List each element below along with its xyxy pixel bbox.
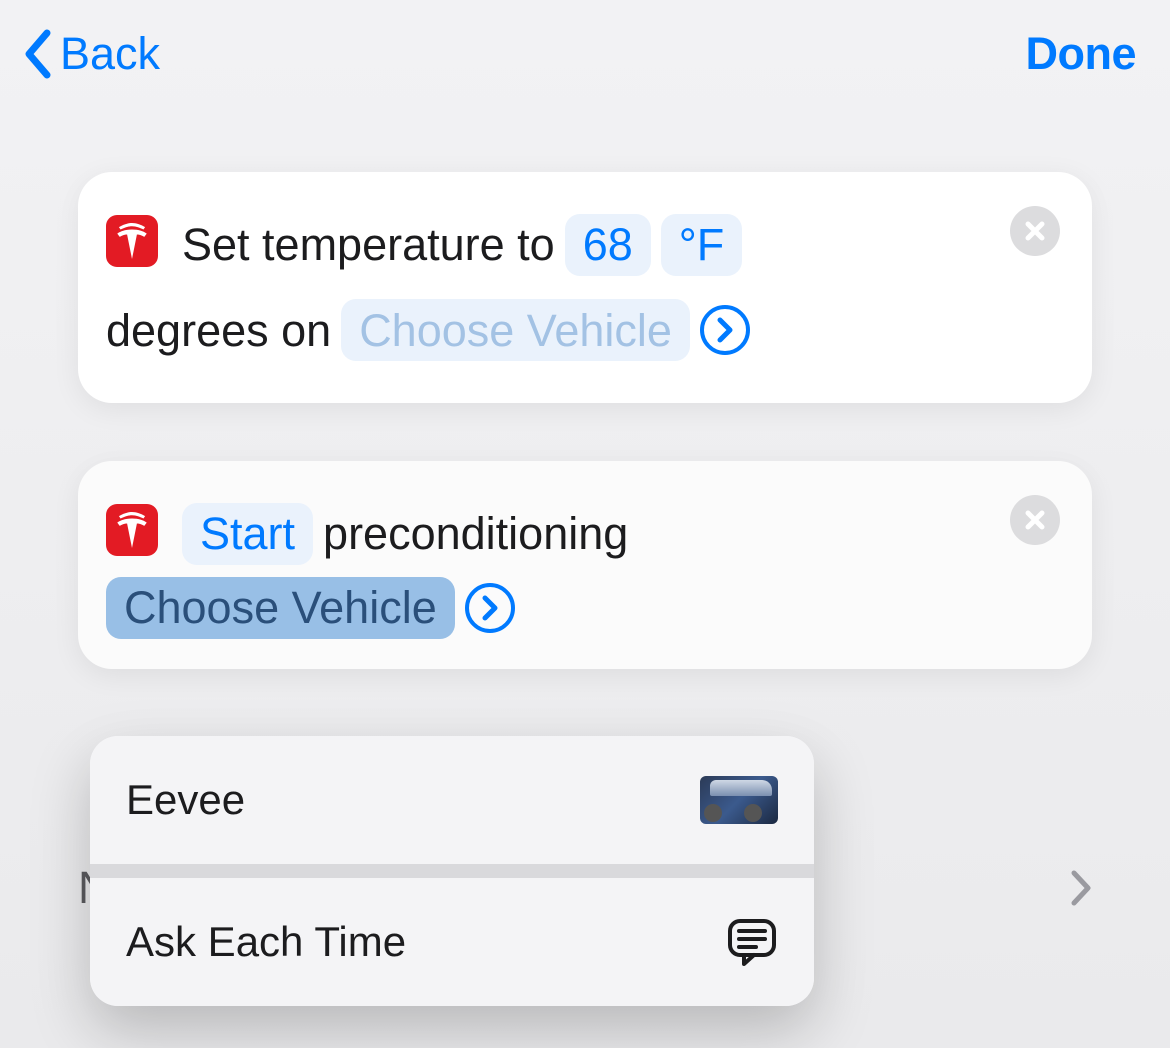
action-text: Set temperature to bbox=[182, 202, 555, 288]
tesla-icon bbox=[106, 504, 158, 556]
close-icon bbox=[1024, 220, 1046, 242]
vehicle-option-label: Ask Each Time bbox=[126, 918, 406, 966]
action-text: preconditioning bbox=[323, 491, 628, 577]
done-button[interactable]: Done bbox=[1026, 28, 1137, 80]
action-sentence: Start preconditioning Choose Vehicle bbox=[106, 491, 1060, 639]
action-text: degrees on bbox=[106, 288, 331, 374]
tesla-icon bbox=[106, 215, 158, 267]
back-button[interactable]: Back bbox=[22, 28, 160, 80]
action-sentence: Set temperature to 68 °F degrees on Choo… bbox=[106, 202, 1060, 373]
vehicle-option-label: Eevee bbox=[126, 776, 245, 824]
vehicle-picker-pill[interactable]: Choose Vehicle bbox=[341, 299, 690, 361]
back-label: Back bbox=[60, 28, 160, 80]
vehicle-option-eevee[interactable]: Eevee bbox=[90, 736, 814, 864]
temperature-unit-pill[interactable]: °F bbox=[661, 214, 742, 276]
close-icon bbox=[1024, 509, 1046, 531]
vehicle-option-ask-each-time[interactable]: Ask Each Time bbox=[90, 878, 814, 1006]
expand-action-button[interactable] bbox=[700, 305, 750, 355]
mode-value-pill[interactable]: Start bbox=[182, 503, 313, 565]
prompt-icon bbox=[726, 917, 778, 967]
remove-action-button[interactable] bbox=[1010, 495, 1060, 545]
temperature-value-pill[interactable]: 68 bbox=[565, 214, 651, 276]
chevron-left-icon bbox=[22, 29, 54, 79]
chevron-right-icon bbox=[480, 595, 500, 621]
menu-separator bbox=[90, 864, 814, 878]
action-card-preconditioning: Start preconditioning Choose Vehicle bbox=[78, 461, 1092, 669]
chevron-right-icon bbox=[1070, 869, 1092, 907]
remove-action-button[interactable] bbox=[1010, 206, 1060, 256]
car-icon bbox=[700, 776, 778, 824]
action-card-set-temperature: Set temperature to 68 °F degrees on Choo… bbox=[78, 172, 1092, 403]
expand-action-button[interactable] bbox=[465, 583, 515, 633]
chevron-right-icon bbox=[715, 317, 735, 343]
vehicle-picker-pill[interactable]: Choose Vehicle bbox=[106, 577, 455, 639]
background-row-chevron[interactable] bbox=[1052, 869, 1092, 907]
nav-bar: Back Done bbox=[0, 0, 1170, 80]
vehicle-picker-popover: Eevee Ask Each Time bbox=[90, 736, 814, 1006]
